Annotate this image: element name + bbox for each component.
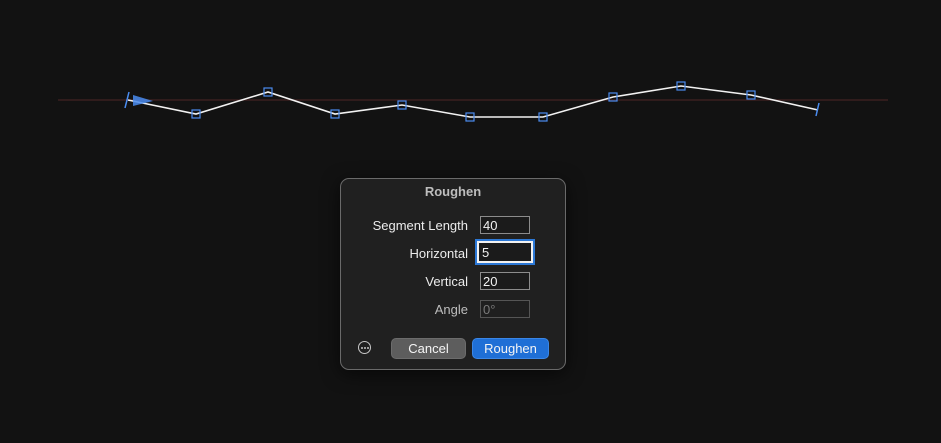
dialog-title: Roughen	[424, 184, 482, 199]
horizontal-label: Horizontal	[409, 246, 468, 261]
segment-length-label: Segment Length	[372, 218, 468, 233]
cancel-button[interactable]: Cancel	[391, 338, 466, 359]
angle-field	[480, 300, 530, 318]
vertical-field[interactable]	[480, 272, 530, 290]
roughen-button[interactable]: Roughen	[472, 338, 549, 359]
angle-label: Angle	[434, 302, 468, 317]
more-options-icon[interactable]	[358, 341, 371, 354]
segment-length-field[interactable]	[480, 216, 530, 234]
roughened-path[interactable]	[127, 85, 819, 118]
horizontal-field[interactable]	[477, 241, 533, 263]
vertical-label: Vertical	[425, 274, 468, 289]
roughen-dialog: Roughen Segment Length Horizontal Vertic…	[340, 178, 566, 370]
